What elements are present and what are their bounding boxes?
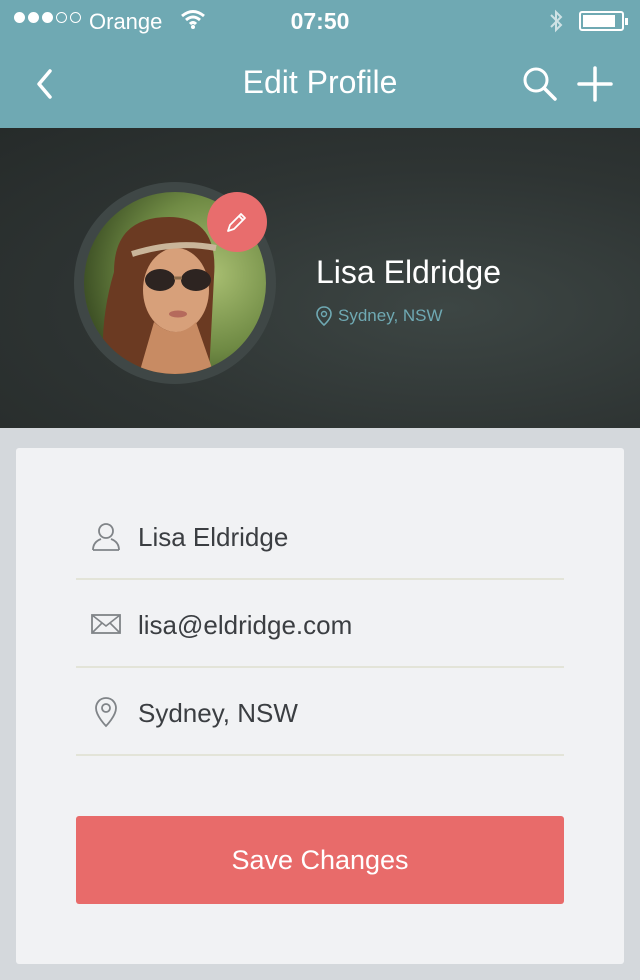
search-button[interactable] (520, 64, 560, 104)
user-icon (92, 523, 120, 551)
bluetooth-icon (548, 8, 564, 40)
mail-icon (91, 614, 121, 634)
profile-header: Lisa Eldridge Sydney, NSW (0, 128, 640, 428)
location-pin-icon (316, 306, 332, 326)
plus-icon (577, 66, 613, 102)
pencil-icon (227, 213, 246, 232)
profile-location: Sydney, NSW (316, 306, 443, 326)
location-field[interactable]: Sydney, NSW (76, 668, 564, 756)
add-button[interactable] (575, 64, 615, 104)
clock: 07:50 (290, 8, 350, 34)
top-bar: Orange 07:50 Edit Profile (0, 0, 640, 128)
search-icon (523, 67, 557, 101)
location-field-value: Sydney, NSW (138, 698, 298, 728)
save-changes-button[interactable]: Save Changes (76, 816, 564, 904)
email-field-value: lisa@eldridge.com (138, 610, 353, 640)
profile-name: Lisa Eldridge (316, 254, 501, 290)
profile-location-text: Sydney, NSW (338, 306, 443, 325)
status-bar: Orange 07:50 (0, 0, 640, 40)
battery-icon (579, 11, 628, 31)
location-pin-icon (95, 697, 117, 728)
edit-avatar-button[interactable] (207, 192, 267, 252)
name-field-value: Lisa Eldridge (138, 522, 289, 552)
name-field[interactable]: Lisa Eldridge (76, 492, 564, 580)
email-field[interactable]: lisa@eldridge.com (76, 580, 564, 668)
edit-form-card: Lisa Eldridge lisa@eldridge.com Sydney, … (16, 448, 624, 964)
